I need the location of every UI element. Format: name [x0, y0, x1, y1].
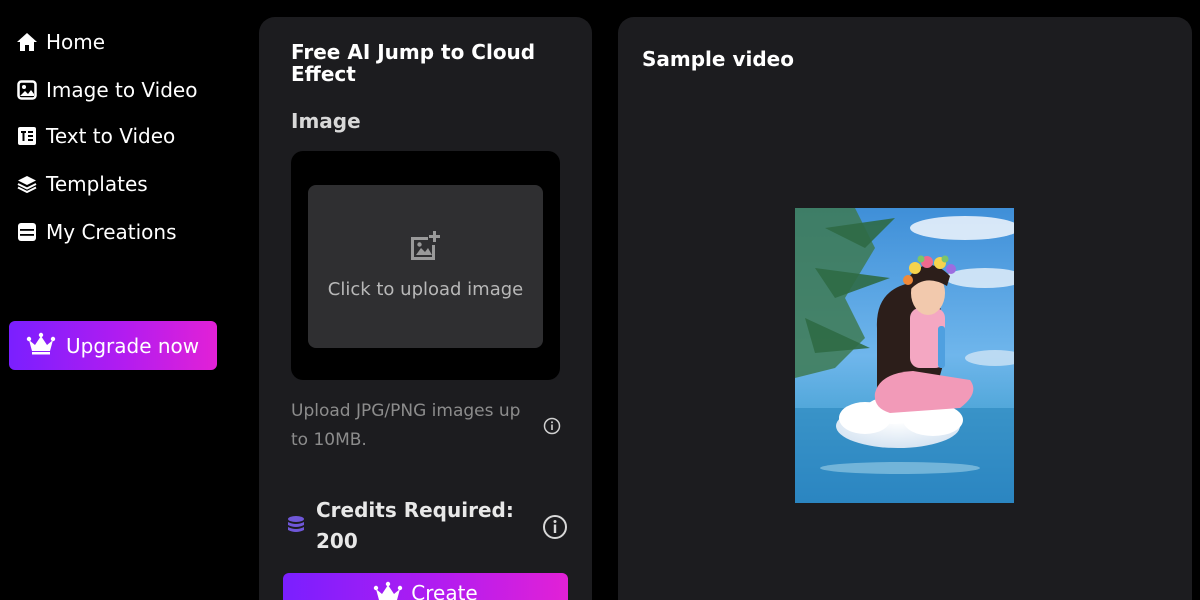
- upload-area: Click to upload image: [291, 151, 560, 380]
- upload-image-button[interactable]: Click to upload image: [308, 185, 543, 348]
- sidebar-item-label: Text to Video: [46, 124, 176, 148]
- sidebar-item-home[interactable]: Home: [16, 27, 105, 57]
- text-to-video-icon: [16, 125, 38, 147]
- sample-video-panel: Sample video: [618, 17, 1192, 600]
- coins-icon: [287, 515, 305, 535]
- sample-video-title: Sample video: [642, 47, 794, 71]
- image-section-label: Image: [291, 109, 361, 133]
- upgrade-label: Upgrade now: [66, 333, 200, 358]
- sidebar-item-text-to-video[interactable]: Text to Video: [16, 121, 175, 151]
- home-icon: [16, 31, 38, 53]
- sidebar-item-label: My Creations: [46, 220, 177, 244]
- sidebar-item-label: Templates: [46, 172, 148, 196]
- sidebar: Home Image to Video Text to Video Templa…: [0, 0, 240, 600]
- archive-icon: [16, 221, 38, 243]
- form-title: Free AI Jump to Cloud Effect: [291, 40, 536, 86]
- add-image-icon: [408, 229, 442, 263]
- sidebar-item-templates[interactable]: Templates: [16, 169, 148, 199]
- sidebar-item-image-to-video[interactable]: Image to Video: [16, 75, 197, 105]
- sidebar-item-my-creations[interactable]: My Creations: [16, 217, 177, 247]
- effect-form-panel: Free AI Jump to Cloud Effect Image Click…: [259, 17, 592, 600]
- image-icon: [16, 79, 38, 101]
- layers-icon: [16, 173, 38, 195]
- create-label: Create: [411, 581, 478, 600]
- credits-info-icon[interactable]: [542, 514, 568, 540]
- upgrade-button[interactable]: Upgrade now: [9, 321, 217, 370]
- credits-required: Credits Required: 200: [316, 498, 514, 553]
- sample-video-thumbnail[interactable]: [795, 208, 1014, 503]
- upload-label: Click to upload image: [327, 279, 524, 300]
- upload-hint: Upload JPG/PNG images up to 10MB.: [291, 401, 521, 450]
- info-icon[interactable]: [543, 417, 561, 435]
- sidebar-item-label: Home: [46, 30, 106, 54]
- sidebar-item-label: Image to Video: [46, 78, 198, 102]
- crown-icon: [373, 581, 403, 600]
- create-button[interactable]: Create: [283, 573, 568, 600]
- crown-icon: [26, 332, 56, 360]
